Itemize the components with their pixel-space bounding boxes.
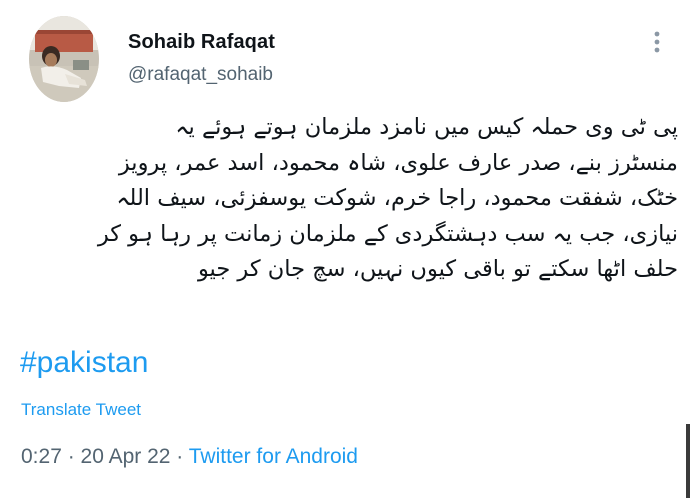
tweet-text-line: نیازی، جب یہ سب دہشتگردی کے ملزمان زمانت…: [97, 220, 678, 247]
tweet: Sohaib Rafaqat @rafaqat_sohaib پی ٹی وی …: [0, 0, 690, 498]
tweet-time[interactable]: 0:27: [21, 445, 62, 468]
tweet-date[interactable]: 20 Apr 22: [81, 445, 171, 468]
tweet-text-line: خٹک، شفقت محمود، راجا خرم، شوکت یوسفزئی،…: [116, 185, 678, 211]
tweet-metadata: 0:27 · 20 Apr 22 · Twitter for Android: [21, 445, 358, 469]
hashtag-link[interactable]: #pakistan: [20, 346, 148, 380]
avatar-photo: [29, 16, 99, 102]
tweet-text-line: پی ٹی وی حملہ کیس میں نامزد ملزمان ہوتے …: [175, 114, 678, 140]
more-options-button[interactable]: [646, 28, 668, 56]
tweet-text-line: منسٹرز بنے، صدر عارف علوی، شاہ محمود، اس…: [118, 149, 678, 176]
meta-separator: ·: [61, 445, 81, 468]
tweet-text: پی ٹی وی حملہ کیس میں نامزد ملزمان ہوتے …: [14, 110, 678, 288]
avatar[interactable]: [29, 16, 99, 102]
tweet-source-link[interactable]: Twitter for Android: [189, 445, 358, 468]
translate-tweet-link[interactable]: Translate Tweet: [21, 400, 141, 420]
scrollbar[interactable]: [686, 424, 690, 498]
tweet-text-line: حلف اٹھا سکتے تو باقی کیوں نہیں، سچ جان …: [197, 256, 678, 282]
more-vertical-icon: [654, 31, 660, 53]
meta-separator: ·: [170, 445, 189, 468]
author-display-name[interactable]: Sohaib Rafaqat: [128, 31, 275, 54]
author-handle[interactable]: @rafaqat_sohaib: [128, 64, 273, 86]
